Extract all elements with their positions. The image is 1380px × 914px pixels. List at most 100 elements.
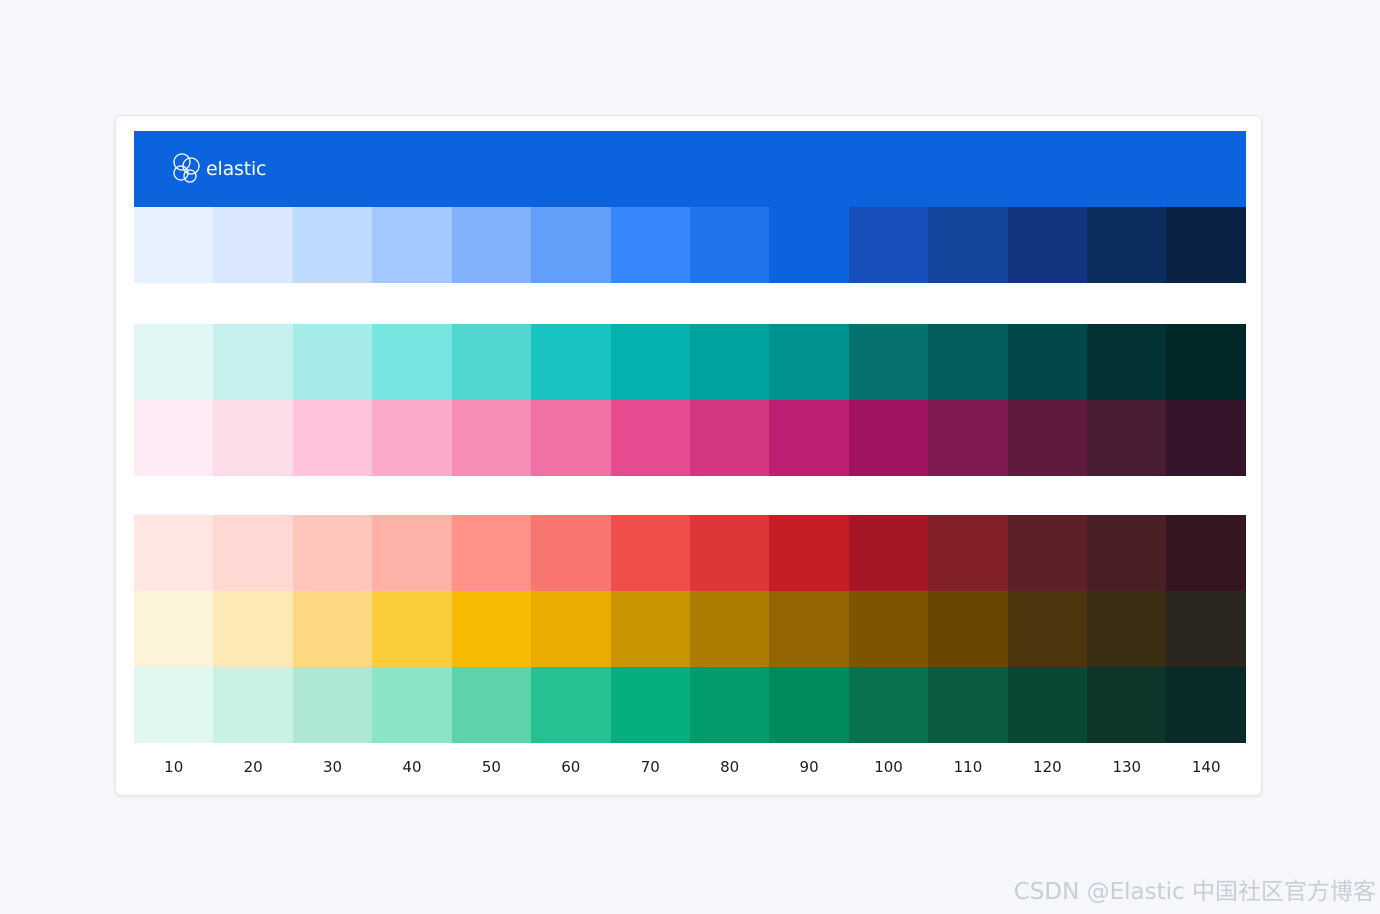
swatch-red-20	[213, 515, 293, 591]
swatch-blue-130	[1087, 207, 1167, 283]
swatch-teal-140	[1166, 324, 1246, 400]
swatch-teal-130	[1087, 324, 1167, 400]
swatch-red-30	[292, 515, 373, 591]
swatch-green-20	[213, 667, 293, 743]
swatch-green-80	[689, 667, 770, 743]
swatch-blue-20	[213, 207, 293, 283]
swatch-yellow-80	[689, 591, 770, 667]
scale-label: 40	[402, 758, 422, 776]
swatch-blue-120	[1007, 207, 1088, 283]
swatch-blue-90	[769, 207, 849, 283]
palette-row-teal	[134, 324, 1246, 400]
swatch-red-10	[134, 515, 214, 591]
swatch-pink-70	[610, 400, 690, 476]
scale-labels: 10 20 30 40 50 60 70 80 90 100 110 120 130 140	[134, 743, 1246, 791]
swatch-red-80	[689, 515, 770, 591]
scale-label: 90	[799, 758, 819, 776]
swatch-pink-90	[769, 400, 849, 476]
swatch-blue-60	[531, 207, 611, 283]
swatch-pink-20	[213, 400, 293, 476]
elastic-wordmark: elastic	[206, 157, 267, 180]
swatch-pink-40	[372, 400, 452, 476]
swatch-red-90	[769, 515, 849, 591]
swatch-blue-50	[451, 207, 532, 283]
swatch-yellow-110	[928, 591, 1008, 667]
elastic-logo: elastic	[170, 152, 266, 185]
swatch-teal-10	[134, 324, 214, 400]
swatch-yellow-40	[372, 591, 452, 667]
scale-label: 130	[1112, 758, 1142, 776]
swatch-pink-130	[1087, 400, 1167, 476]
swatch-green-110	[928, 667, 1008, 743]
swatch-pink-100	[848, 400, 929, 476]
swatch-green-50	[451, 667, 532, 743]
swatch-green-40	[372, 667, 452, 743]
swatch-blue-100	[848, 207, 929, 283]
scale-label: 30	[323, 758, 343, 776]
watermark-text: CSDN @Elastic 中国社区官方博客	[1013, 879, 1376, 905]
swatch-red-60	[531, 515, 611, 591]
scale-label: 120	[1033, 758, 1062, 776]
brand-header-bar: elastic	[134, 131, 1246, 207]
swatch-yellow-50	[451, 591, 532, 667]
swatch-red-110	[928, 515, 1008, 591]
swatch-pink-140	[1166, 400, 1246, 476]
swatch-blue-10	[134, 207, 214, 283]
swatch-red-50	[451, 515, 532, 591]
swatch-green-100	[848, 667, 929, 743]
scale-label: 110	[953, 758, 983, 776]
swatch-teal-50	[451, 324, 532, 400]
swatch-yellow-90	[769, 591, 849, 667]
swatch-yellow-140	[1166, 591, 1246, 667]
scale-label: 60	[561, 758, 581, 776]
scale-label: 70	[640, 758, 660, 776]
swatch-teal-20	[213, 324, 293, 400]
scale-label: 80	[720, 758, 740, 776]
swatch-yellow-30	[292, 591, 373, 667]
swatch-red-100	[848, 515, 929, 591]
swatch-pink-110	[928, 400, 1008, 476]
palette-row-green	[134, 667, 1246, 743]
row-gap	[134, 283, 1246, 324]
swatch-yellow-60	[531, 591, 611, 667]
scale-label: 100	[874, 758, 903, 776]
swatch-pink-80	[689, 400, 770, 476]
swatch-red-40	[372, 515, 452, 591]
swatch-blue-80	[689, 207, 770, 283]
elastic-logo-icon	[173, 153, 200, 183]
scale-label: 140	[1191, 758, 1221, 776]
scale-label: 50	[481, 758, 501, 776]
row-gap	[134, 476, 1246, 515]
swatch-yellow-120	[1007, 591, 1088, 667]
color-palette-grid: elastic 10 20 30 40 50 60 70 80 90 100 110 120 130 14…	[134, 131, 1246, 791]
swatch-teal-30	[292, 324, 373, 400]
swatch-teal-110	[928, 324, 1008, 400]
scale-label: 20	[243, 758, 263, 776]
palette-row-blue	[134, 207, 1246, 283]
swatch-teal-90	[769, 324, 849, 400]
swatch-blue-30	[292, 207, 373, 283]
swatch-yellow-70	[610, 591, 690, 667]
swatch-pink-50	[451, 400, 532, 476]
swatch-green-140	[1166, 667, 1246, 743]
palette-row-yellow	[134, 591, 1246, 667]
palette-row-pink	[134, 400, 1246, 476]
scale-label: 10	[164, 758, 184, 776]
swatch-pink-30	[292, 400, 373, 476]
swatch-green-30	[292, 667, 373, 743]
swatch-red-130	[1087, 515, 1167, 591]
swatch-teal-80	[689, 324, 770, 400]
swatch-red-120	[1007, 515, 1088, 591]
palette-row-red	[134, 515, 1246, 591]
swatch-teal-100	[848, 324, 929, 400]
swatch-pink-120	[1007, 400, 1088, 476]
swatch-blue-140	[1166, 207, 1246, 283]
swatch-green-70	[610, 667, 690, 743]
swatch-yellow-10	[134, 591, 214, 667]
swatch-green-130	[1087, 667, 1167, 743]
swatch-red-140	[1166, 515, 1246, 591]
swatch-yellow-100	[848, 591, 929, 667]
swatch-pink-60	[531, 400, 611, 476]
swatch-blue-70	[610, 207, 690, 283]
swatch-teal-70	[610, 324, 690, 400]
